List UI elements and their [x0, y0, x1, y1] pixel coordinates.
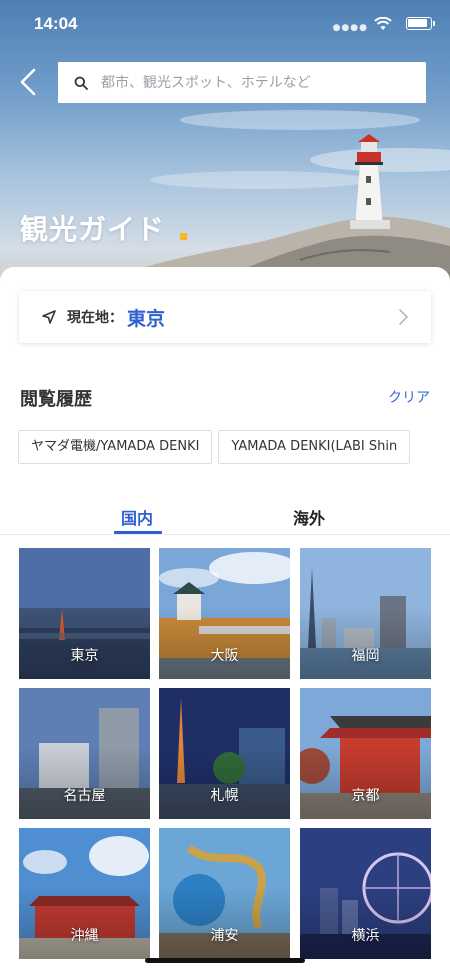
history-title: 閲覧履歴	[20, 389, 92, 410]
status-bar: 14:04 ●●●●	[0, 0, 450, 50]
clear-history-button[interactable]: クリア	[388, 387, 430, 407]
city-name: 浦安	[210, 928, 239, 944]
signal-icon: ●●●●	[332, 23, 368, 33]
current-location-label: 現在地：	[67, 310, 123, 326]
history-chip[interactable]: YAMADA DENKI(LABI Shin	[218, 430, 411, 464]
tab-overseas[interactable]: 海外	[293, 505, 325, 529]
city-tile-fukuoka[interactable]: 福岡	[300, 548, 431, 679]
search-input[interactable]	[101, 74, 401, 91]
tab-domestic[interactable]: 国内	[121, 505, 153, 529]
city-name: 札幌	[210, 788, 239, 804]
city-tile-tokyo[interactable]: 東京	[19, 548, 150, 679]
city-name: 東京	[70, 648, 99, 664]
page-title: 観光ガイド	[20, 213, 166, 246]
city-name: 京都	[351, 788, 380, 804]
current-location-city: 東京	[127, 307, 166, 330]
history-list: ヤマダ電機/YAMADA DENKI YAMADA DENKI(LABI Shin	[18, 430, 450, 464]
content-sheet: 現在地： 東京 閲覧履歴 クリア ヤマダ電機/YAMADA DENKI YAMAD…	[0, 267, 450, 972]
chevron-right-icon	[399, 309, 408, 325]
lighthouse-photo	[80, 110, 450, 290]
current-location-card[interactable]: 現在地： 東京	[19, 291, 431, 343]
city-tile-kyoto[interactable]: 京都	[300, 688, 431, 819]
wifi-icon	[374, 17, 392, 30]
back-button[interactable]	[14, 64, 46, 100]
active-tab-indicator	[114, 531, 162, 534]
history-chip[interactable]: ヤマダ電機/YAMADA DENKI	[18, 430, 213, 464]
city-tile-okinawa[interactable]: 沖縄	[19, 828, 150, 959]
city-name: 大阪	[210, 648, 239, 664]
battery-icon	[406, 17, 435, 30]
navigation-arrow-icon	[42, 310, 56, 324]
home-indicator	[145, 958, 305, 963]
city-name: 横浜	[351, 928, 380, 944]
search-icon	[74, 76, 88, 90]
title-accent-dot	[180, 233, 187, 240]
chevron-left-icon	[20, 68, 36, 96]
city-name: 沖縄	[70, 928, 99, 944]
city-tile-urayasu[interactable]: 浦安	[159, 828, 290, 959]
city-tile-osaka[interactable]: 大阪	[159, 548, 290, 679]
city-name: 名古屋	[63, 788, 106, 804]
status-time: 14:04	[34, 14, 78, 33]
city-tile-nagoya[interactable]: 名古屋	[19, 688, 150, 819]
hero-banner: 14:04 ●●●● 観光ガイド	[0, 0, 450, 290]
city-tile-yokohama[interactable]: 横浜	[300, 828, 431, 959]
search-bar[interactable]	[58, 62, 426, 103]
city-name: 福岡	[351, 648, 380, 664]
city-tile-sapporo[interactable]: 札幌	[159, 688, 290, 819]
region-tabs: 国内 海外	[0, 499, 450, 535]
